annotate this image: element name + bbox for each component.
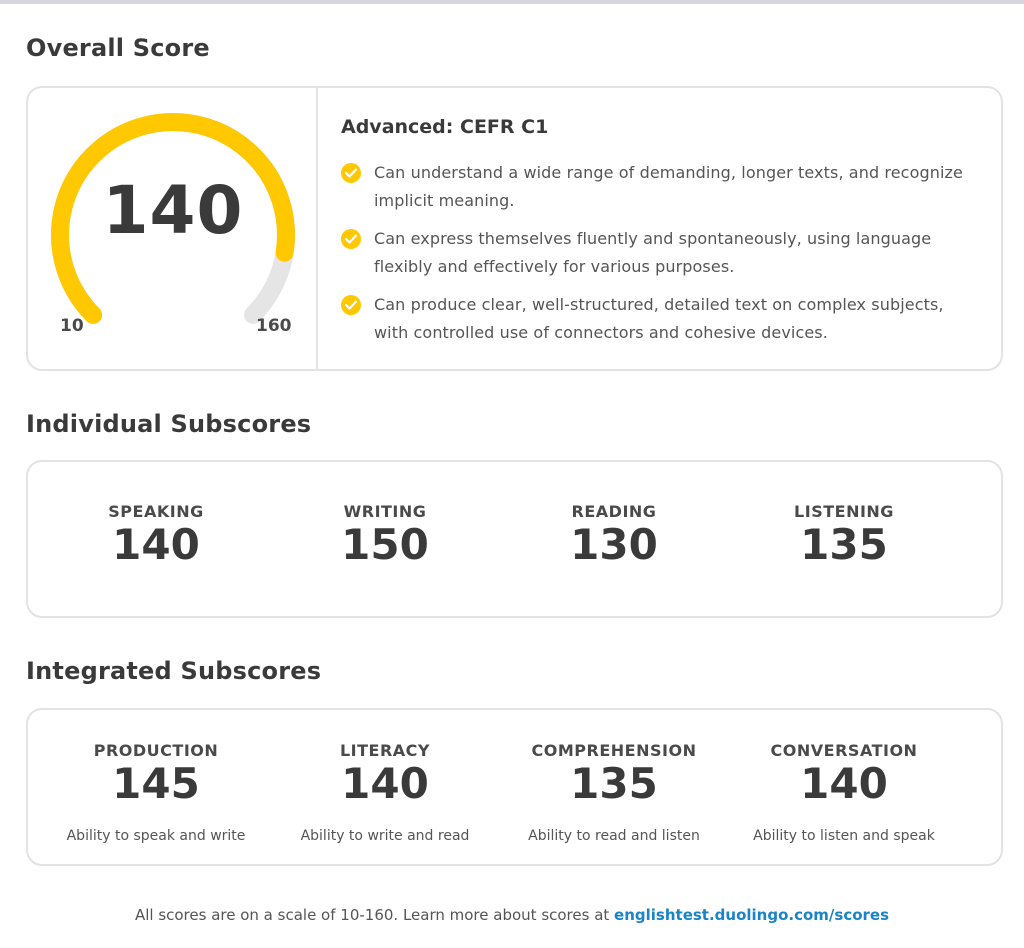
subscore-listening: LISTENING 135 xyxy=(729,502,959,567)
subscore-description: Ability to speak and write xyxy=(66,828,246,844)
subscore-label: COMPREHENSION xyxy=(531,741,697,760)
subscore-comprehension: COMPREHENSION 135 Ability to read and li… xyxy=(499,741,729,844)
subscore-reading: READING 130 xyxy=(499,502,729,567)
level-descriptions: Can understand a wide range of demanding… xyxy=(341,159,981,357)
gauge-min-label: 10 xyxy=(60,316,84,336)
scores-info-link[interactable]: englishtest.duolingo.com/scores xyxy=(614,906,889,924)
subscore-value: 145 xyxy=(112,759,200,808)
card-divider xyxy=(316,88,318,369)
footer-note: All scores are on a scale of 10-160. Lea… xyxy=(0,906,1024,924)
subscore-label: CONVERSATION xyxy=(770,741,918,760)
subscore-label: LISTENING xyxy=(794,502,894,521)
subscore-value: 135 xyxy=(570,759,658,808)
subscore-value: 140 xyxy=(800,759,888,808)
subscore-label: WRITING xyxy=(343,502,427,521)
subscore-conversation: CONVERSATION 140 Ability to listen and s… xyxy=(729,741,959,844)
footer-text: All scores are on a scale of 10-160. Lea… xyxy=(134,906,615,924)
check-icon xyxy=(341,163,361,183)
subscore-value: 130 xyxy=(570,520,658,569)
individual-subscores-title: Individual Subscores xyxy=(26,410,312,438)
subscore-value: 135 xyxy=(800,520,888,569)
check-icon xyxy=(341,295,361,315)
description-text: Can express themselves fluently and spon… xyxy=(374,229,932,276)
subscore-value: 140 xyxy=(112,520,200,569)
subscore-writing: WRITING 150 xyxy=(270,502,500,567)
overall-score-title: Overall Score xyxy=(26,34,210,62)
integrated-subscores-card: PRODUCTION 145 Ability to speak and writ… xyxy=(26,708,1003,866)
gauge-max-label: 160 xyxy=(256,316,292,336)
subscore-label: PRODUCTION xyxy=(93,741,219,760)
subscore-literacy: LITERACY 140 Ability to write and read xyxy=(270,741,500,844)
subscore-value: 150 xyxy=(341,520,429,569)
list-item: Can understand a wide range of demanding… xyxy=(341,159,981,215)
subscore-label: READING xyxy=(571,502,657,521)
check-icon xyxy=(341,229,361,249)
subscore-description: Ability to read and listen xyxy=(528,828,700,844)
cefr-level: Advanced: CEFR C1 xyxy=(341,116,549,138)
individual-subscores-card: SPEAKING 140 WRITING 150 READING 130 LIS… xyxy=(26,460,1003,618)
top-divider xyxy=(0,0,1024,4)
subscore-label: LITERACY xyxy=(339,741,431,760)
subscore-value: 140 xyxy=(341,759,429,808)
integrated-subscores-title: Integrated Subscores xyxy=(26,657,322,685)
description-text: Can understand a wide range of demanding… xyxy=(374,163,963,210)
list-item: Can produce clear, well-structured, deta… xyxy=(341,291,981,347)
list-item: Can express themselves fluently and spon… xyxy=(341,225,981,281)
subscore-description: Ability to write and read xyxy=(300,828,470,844)
subscore-description: Ability to listen and speak xyxy=(753,828,935,844)
subscore-speaking: SPEAKING 140 xyxy=(41,502,271,567)
overall-score-card: 140 10 160 Advanced: CEFR C1 Can underst… xyxy=(26,86,1003,371)
subscore-production: PRODUCTION 145 Ability to speak and writ… xyxy=(41,741,271,844)
subscore-label: SPEAKING xyxy=(108,502,204,521)
description-text: Can produce clear, well-structured, deta… xyxy=(374,295,944,342)
overall-score-value: 140 xyxy=(102,172,244,249)
